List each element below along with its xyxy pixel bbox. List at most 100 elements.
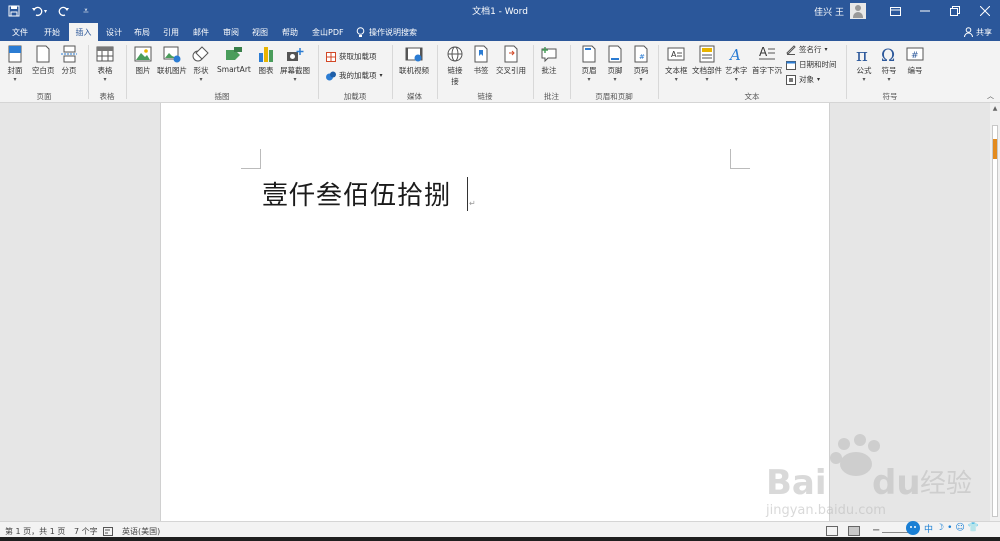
bookmark-icon (474, 45, 488, 63)
chevron-down-icon: ▾ (199, 76, 203, 83)
punctuation-icon[interactable]: • (947, 523, 952, 533)
my-addins-label: 我的加载项 (339, 71, 377, 80)
document-page[interactable]: 壹仟叁佰伍拾捌 ↵ (160, 103, 830, 521)
moon-icon[interactable]: ☽ (936, 523, 944, 533)
smartart-button[interactable]: SmartArt (217, 45, 251, 74)
footer-icon (608, 45, 622, 63)
tab-help[interactable]: 帮助 (276, 23, 304, 41)
signature-line-button[interactable]: 签名行 ▾ (786, 44, 828, 55)
tab-references[interactable]: 引用 (157, 23, 185, 41)
user-name[interactable]: 佳兴 王 (814, 5, 844, 18)
skin-icon[interactable]: 👕 (968, 523, 979, 533)
page-count-status[interactable]: 第 1 页，共 1 页 (5, 526, 65, 537)
object-button[interactable]: 对象 ▾ (786, 74, 820, 85)
tab-kingsoft-pdf[interactable]: 金山PDF (306, 23, 350, 41)
link-button[interactable]: 链接 接 (446, 45, 464, 87)
shapes-button[interactable]: 形状 ▾ (192, 45, 210, 83)
online-video-label: 联机视频 (399, 66, 429, 75)
tab-file[interactable]: 文件 (6, 23, 34, 41)
margin-corner-top-left (241, 149, 261, 169)
table-icon (96, 46, 114, 62)
cover-page-label: 封面 (7, 66, 23, 75)
pictures-button[interactable]: 图片 (134, 45, 152, 76)
text-cursor (467, 177, 468, 211)
comment-button[interactable]: 批注 (540, 45, 558, 76)
bookmark-label: 书签 (473, 66, 489, 75)
text-box-label: 文本框 (665, 66, 688, 75)
tab-review[interactable]: 审阅 (217, 23, 245, 41)
cross-reference-button[interactable]: 交叉引用 (496, 45, 526, 76)
word-count-status[interactable]: 7 个字 (74, 526, 98, 537)
group-links-label: 链接 (477, 92, 493, 101)
cover-page-button[interactable]: 封面 ▾ (6, 45, 24, 83)
group-text-label: 文本 (744, 92, 760, 101)
blank-page-label: 空白页 (32, 66, 55, 75)
scrollbar-thumb[interactable] (992, 125, 998, 517)
close-button[interactable] (970, 0, 1000, 22)
proofing-icon[interactable] (103, 527, 113, 536)
tab-view[interactable]: 视图 (246, 23, 274, 41)
ribbon-display-options-button[interactable] (880, 0, 910, 22)
svg-text:π: π (856, 45, 868, 63)
drop-cap-button[interactable]: A 首字下沉 (752, 45, 782, 76)
symbol-button[interactable]: Ω 符号 ▾ (880, 45, 898, 83)
ime-language-toggle[interactable]: 中 (924, 522, 933, 535)
quick-parts-button[interactable]: 文档部件 ▾ (692, 45, 722, 83)
chevron-down-icon: ▾ (293, 76, 297, 83)
scroll-up-icon[interactable]: ▲ (990, 105, 1000, 115)
read-mode-icon[interactable] (826, 526, 838, 536)
emoji-icon[interactable]: ☺ (955, 523, 964, 533)
tab-design[interactable]: 设计 (100, 23, 128, 41)
tab-mailings[interactable]: 邮件 (187, 23, 215, 41)
tab-layout[interactable]: 布局 (128, 23, 156, 41)
drop-cap-icon: A (759, 45, 775, 60)
text-box-icon: A (667, 47, 685, 61)
print-layout-icon[interactable] (848, 526, 860, 536)
chart-button[interactable]: 图表 (257, 45, 275, 76)
online-pictures-button[interactable]: 联机图片 (157, 45, 187, 76)
restore-button[interactable] (940, 0, 970, 22)
text-box-button[interactable]: A 文本框 ▾ (665, 45, 688, 83)
shapes-label: 形状 (193, 66, 209, 75)
collapse-ribbon-button[interactable]: ︿ (987, 91, 994, 101)
screenshot-button[interactable]: 屏幕截图 ▾ (280, 45, 310, 83)
footer-button[interactable]: 页脚 ▾ (606, 45, 624, 83)
svg-text:Ω: Ω (881, 46, 895, 63)
minimize-button[interactable] (910, 0, 940, 22)
chart-label: 图表 (258, 66, 274, 75)
group-header-footer-label: 页眉和页脚 (595, 92, 633, 101)
drop-cap-label: 首字下沉 (752, 66, 782, 75)
page-break-button[interactable]: 分页 (60, 45, 78, 76)
comment-label: 批注 (541, 66, 557, 75)
zoom-out-icon[interactable]: − (872, 525, 880, 536)
ime-logo-icon[interactable] (905, 520, 921, 536)
share-button[interactable]: 共享 (964, 23, 992, 41)
chevron-down-icon: ▾ (613, 76, 617, 83)
page-break-icon (61, 45, 77, 63)
blank-page-button[interactable]: 空白页 (32, 45, 55, 76)
online-video-button[interactable]: 联机视频 (399, 45, 429, 76)
quick-parts-icon (699, 45, 715, 63)
document-body-text[interactable]: 壹仟叁佰伍拾捌 (262, 175, 451, 212)
number-button[interactable]: # 编号 (906, 45, 924, 76)
get-addins-button[interactable]: 获取加载项 (326, 51, 377, 62)
tab-home[interactable]: 开始 (38, 23, 66, 41)
wordart-button[interactable]: A 艺术字 ▾ (725, 45, 748, 83)
user-avatar-icon[interactable] (850, 3, 866, 19)
equation-button[interactable]: π 公式 ▾ (855, 45, 873, 83)
tell-me-search[interactable]: 操作说明搜索 (356, 23, 417, 41)
object-label: 对象 (799, 75, 814, 84)
tab-insert[interactable]: 插入 (69, 23, 98, 41)
bookmark-button[interactable]: 书签 (472, 45, 490, 76)
date-time-label: 日期和时间 (799, 60, 837, 69)
header-button[interactable]: 页眉 ▾ (580, 45, 598, 83)
ime-toolbar: 中 ☽ • ☺ 👕 (905, 519, 997, 537)
signature-line-label: 签名行 (799, 45, 822, 54)
my-addins-button[interactable]: 我的加载项 ▾ (326, 70, 383, 81)
svg-text:#: # (911, 51, 919, 61)
page-number-button[interactable]: # 页码 ▾ (632, 45, 650, 83)
page-number-label: 页码 (633, 66, 649, 75)
language-status[interactable]: 英语(美国) (122, 526, 160, 537)
table-button[interactable]: 表格 ▾ (96, 45, 114, 83)
date-time-button[interactable]: 日期和时间 (786, 59, 837, 70)
